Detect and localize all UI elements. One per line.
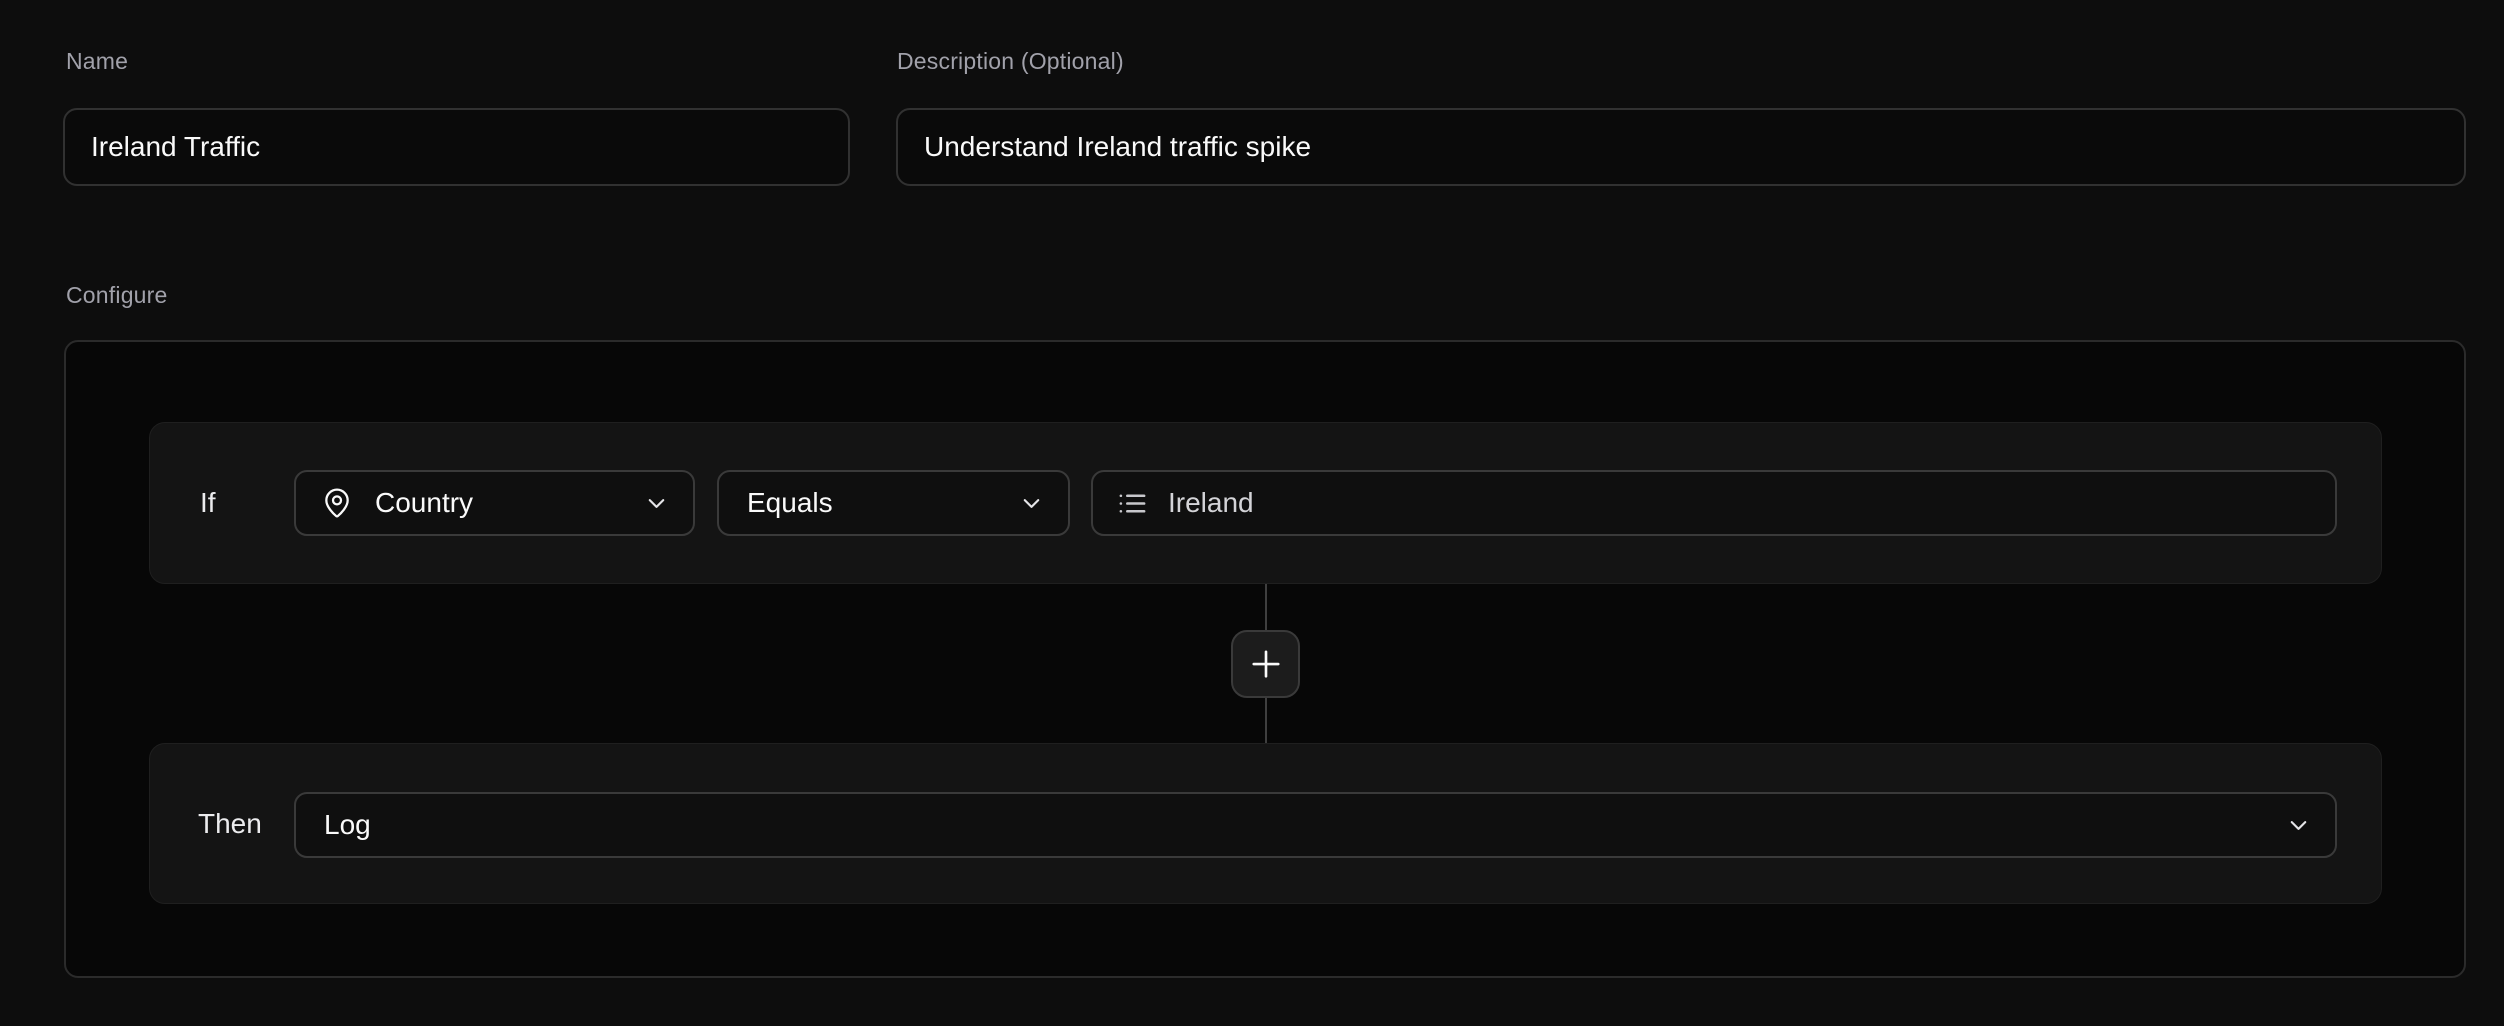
map-pin-icon [321, 487, 353, 519]
rule-editor-page: Name Description (Optional) Configure If… [0, 0, 2504, 1026]
action-select-value: Log [324, 809, 371, 841]
name-label: Name [66, 44, 128, 78]
description-input[interactable] [896, 108, 2466, 186]
list-icon [1117, 488, 1148, 519]
condition-field-value: Country [375, 487, 473, 519]
chevron-down-icon [1018, 490, 1045, 517]
if-keyword: If [200, 423, 216, 583]
description-label: Description (Optional) [897, 44, 1124, 78]
configure-panel: If Country [64, 340, 2466, 978]
condition-operator-select[interactable]: Equals [717, 470, 1070, 536]
condition-value-text: Ireland [1168, 487, 1254, 519]
condition-field-select[interactable]: Country [294, 470, 695, 536]
if-condition-card: If Country [149, 422, 2382, 584]
if-controls-row: Country Equals [294, 470, 2337, 536]
action-select[interactable]: Log [294, 792, 2337, 858]
chevron-down-icon [2285, 812, 2312, 839]
plus-icon [1245, 643, 1287, 685]
add-condition-button[interactable] [1231, 630, 1300, 698]
chevron-down-icon [643, 490, 670, 517]
name-input[interactable] [63, 108, 850, 186]
condition-operator-value: Equals [747, 487, 833, 519]
configure-section-label: Configure [66, 278, 168, 312]
then-keyword: Then [198, 744, 262, 903]
condition-value-input[interactable]: Ireland [1091, 470, 2337, 536]
then-action-card: Then Log [149, 743, 2382, 904]
